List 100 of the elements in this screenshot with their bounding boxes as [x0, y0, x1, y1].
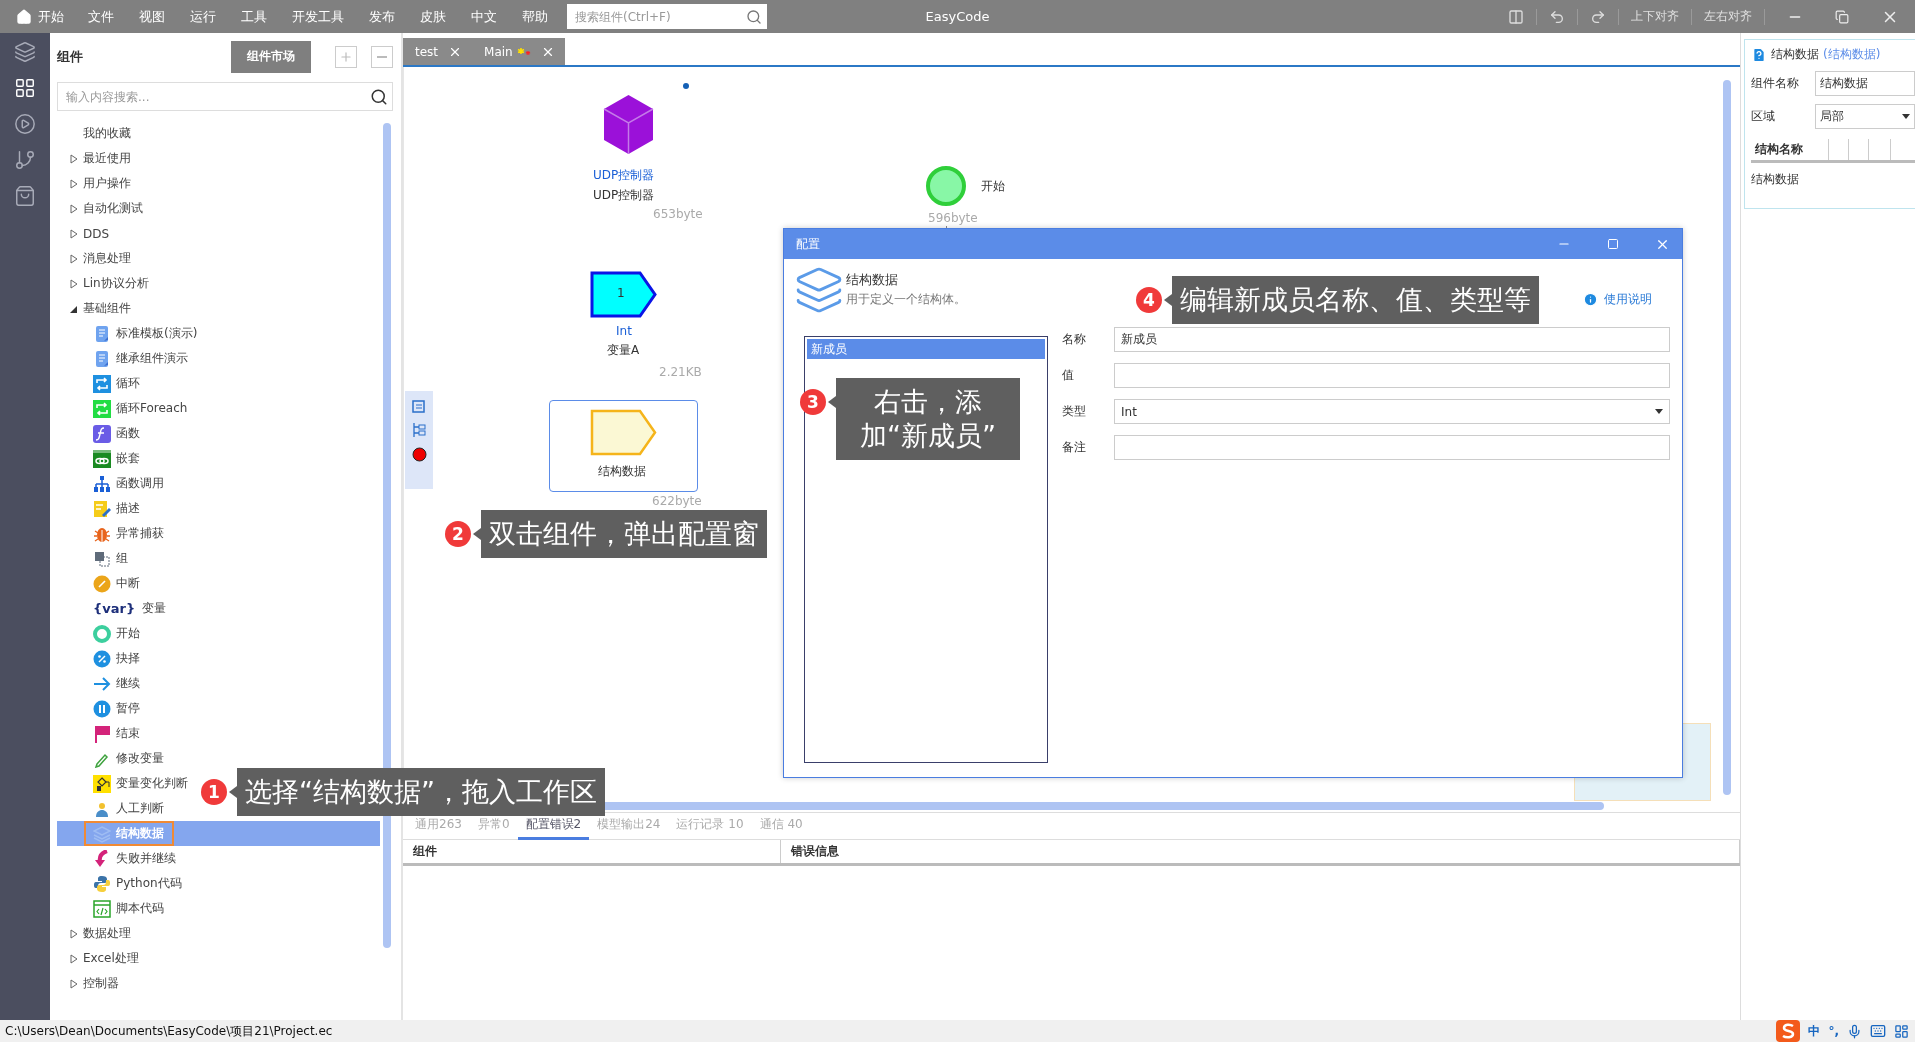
play-icon[interactable] — [14, 113, 36, 135]
collapsed-arrow-icon[interactable] — [70, 928, 78, 939]
collapsed-arrow-icon[interactable] — [70, 228, 78, 239]
grid-icon[interactable] — [1894, 1023, 1909, 1039]
grid-icon[interactable] — [14, 77, 36, 99]
dialog-title: 配置 — [796, 235, 821, 253]
tree-icon[interactable] — [412, 422, 426, 438]
dialog-heading: 结构数据 — [846, 271, 899, 289]
menu-item[interactable]: 运行 — [178, 7, 229, 26]
cube-node[interactable] — [603, 94, 654, 155]
redo-icon[interactable] — [1590, 8, 1606, 25]
collapsed-arrow-icon[interactable] — [70, 978, 78, 989]
collapsed-arrow-icon[interactable] — [70, 278, 78, 289]
tree-item[interactable]: 最近使用 — [57, 146, 137, 171]
tree-item[interactable]: {var} 变量 — [57, 596, 177, 621]
tree-item[interactable]: 开始 — [57, 621, 150, 646]
market-button[interactable]: 组件市场 — [231, 40, 311, 73]
home-menu[interactable]: 开始 — [16, 7, 76, 26]
menu-item[interactable]: 文件 — [76, 7, 127, 26]
node-name: UDP控制器 — [593, 187, 655, 204]
input-field[interactable]: 新成员 — [1114, 327, 1670, 352]
region-dropdown[interactable]: 局部 — [1815, 104, 1915, 129]
tree-item[interactable]: 函数 — [57, 421, 150, 446]
menu-item[interactable]: 开发工具 — [280, 7, 357, 26]
menu-item[interactable]: 发布 — [357, 7, 408, 26]
collapsed-arrow-icon[interactable] — [70, 153, 78, 164]
tree-item[interactable]: 修改变量 — [57, 746, 174, 771]
tree-item[interactable]: Excel处理 — [57, 946, 145, 971]
input-field[interactable]: 结构数据 — [1815, 71, 1915, 96]
ime-indicator[interactable]: 中 — [1808, 1022, 1821, 1040]
tree-item[interactable]: 中断 — [57, 571, 150, 596]
branch-icon[interactable] — [14, 149, 36, 171]
scrollbar[interactable] — [1723, 80, 1731, 795]
undo-icon[interactable] — [1549, 8, 1565, 25]
file-path: C:\Users\Dean\Documents\EasyCode\项目21\Project.ec — [5, 1022, 333, 1040]
tree-item[interactable]: 我的收藏 — [57, 121, 137, 146]
tree-item[interactable]: 标准模板(演示) — [57, 321, 208, 346]
tree-item[interactable]: 抉择 — [57, 646, 150, 671]
menu-item[interactable]: 皮肤 — [408, 7, 459, 26]
properties-subtitle: (结构数据) — [1823, 46, 1881, 63]
keyboard-icon[interactable] — [1870, 1023, 1886, 1039]
tree-item[interactable]: 基础组件 — [57, 296, 137, 321]
tree-item[interactable]: 数据处理 — [57, 921, 137, 946]
menu-item[interactable]: 中文 — [459, 7, 510, 26]
tree-item[interactable]: 描述 — [57, 496, 150, 521]
tree-item[interactable]: 异常捕获 — [57, 521, 174, 546]
tree-item[interactable]: DDS — [57, 221, 116, 246]
columns-icon[interactable] — [1508, 8, 1524, 25]
input-field[interactable] — [1114, 435, 1670, 460]
help-link[interactable]: 使用说明 — [1583, 291, 1652, 307]
search-field[interactable]: 搜索组件(Ctrl+F) — [567, 4, 767, 29]
tree-item[interactable]: 暂停 — [57, 696, 150, 721]
restore-icon[interactable] — [1835, 9, 1849, 24]
ime-logo-icon[interactable] — [1776, 1020, 1801, 1042]
tree-item[interactable]: 脚本代码 — [57, 896, 174, 921]
maximize-icon[interactable] — [1607, 238, 1619, 250]
menu-item[interactable]: 帮助 — [510, 7, 561, 26]
arrow-icon — [93, 674, 111, 693]
tree-item[interactable]: Lin协议分析 — [57, 271, 155, 296]
ime-indicator[interactable]: °, — [1828, 1024, 1839, 1038]
layers-icon[interactable] — [14, 41, 36, 63]
panel-icon[interactable] — [412, 399, 426, 413]
struct-node[interactable]: 结构数据 — [549, 400, 698, 492]
tree-item[interactable]: 自动化测试 — [57, 196, 149, 221]
type-dropdown[interactable]: Int — [1114, 399, 1670, 424]
bag-icon[interactable] — [14, 185, 36, 207]
node-name: 变量A — [607, 342, 640, 359]
tree-item[interactable]: 人工判断 — [57, 796, 174, 821]
tree-item[interactable]: 失败并继续 — [57, 846, 186, 871]
tree-item[interactable]: 继续 — [57, 671, 150, 696]
search-field[interactable]: 输入内容搜索... — [57, 82, 393, 111]
tree-item[interactable]: 循环Foreach — [57, 396, 198, 421]
start-node[interactable] — [926, 166, 966, 206]
tree-item[interactable]: 嵌套 — [57, 446, 150, 471]
tree-item[interactable]: 函数调用 — [57, 471, 174, 496]
collapsed-arrow-icon[interactable] — [70, 178, 78, 189]
node-type-label: UDP控制器 — [593, 167, 655, 184]
tree-item[interactable]: 控制器 — [57, 971, 125, 996]
menu-item[interactable]: 工具 — [229, 7, 280, 26]
pentagon-node[interactable] — [590, 271, 657, 318]
collapsed-arrow-icon[interactable] — [70, 253, 78, 264]
tree-item[interactable]: Python代码 — [57, 871, 192, 896]
tree-item[interactable]: 结束 — [57, 721, 150, 746]
tree-item[interactable]: 继承组件演示 — [57, 346, 198, 371]
tree-item[interactable]: 消息处理 — [57, 246, 137, 271]
tree-item[interactable]: 变量变化判断 — [57, 771, 198, 796]
layers-icon — [794, 265, 844, 315]
record-icon[interactable] — [411, 447, 427, 462]
collapsed-arrow-icon[interactable] — [70, 203, 78, 214]
menu-item[interactable]: 视图 — [127, 7, 178, 26]
tree-item[interactable]: 用户操作 — [57, 171, 137, 196]
input-field[interactable] — [1114, 363, 1670, 388]
tree-item[interactable]: 组 — [57, 546, 138, 571]
collapse-button[interactable] — [371, 45, 393, 68]
output-tab[interactable]: 配置错误2 — [517, 812, 590, 840]
tree-item[interactable]: 循环 — [57, 371, 150, 396]
mic-icon[interactable] — [1847, 1023, 1862, 1039]
python-icon — [93, 874, 111, 893]
search-icon — [746, 8, 762, 25]
collapsed-arrow-icon[interactable] — [70, 953, 78, 964]
